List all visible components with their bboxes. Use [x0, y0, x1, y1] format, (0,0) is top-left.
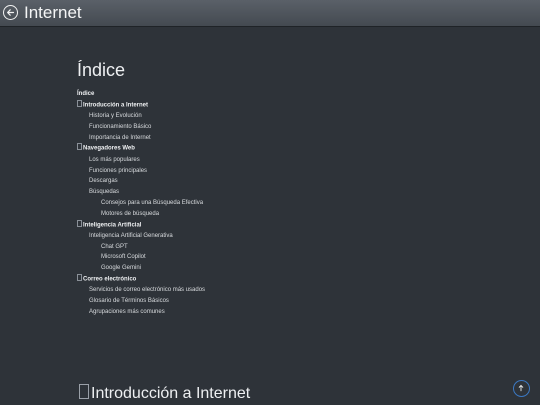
- toc-link[interactable]: Inteligencia Artificial: [77, 219, 205, 231]
- toc-link-label: Historia y Evolución: [89, 113, 142, 120]
- toc-link-label: Inteligencia Artificial: [83, 222, 142, 229]
- toc-link-label: Introducción a Internet: [83, 102, 149, 109]
- toc-link[interactable]: Google Gemini: [77, 263, 205, 274]
- section-heading-text: Introducción a Internet: [91, 385, 251, 402]
- toc-link-label: Los más populares: [89, 156, 140, 163]
- toc-link[interactable]: Microsoft Copilot: [77, 252, 205, 263]
- toc-link-label: Google Gemini: [101, 265, 142, 272]
- toc-link[interactable]: Los más populares: [77, 155, 205, 166]
- app-title: Internet: [24, 3, 82, 22]
- toc-link[interactable]: Correo electrónico: [77, 274, 205, 285]
- toc-link-label: Motores de búsqueda: [101, 210, 160, 217]
- toc-link[interactable]: Importancia de Internet: [77, 133, 205, 144]
- toc-link[interactable]: Servicios de correo electrónico más usad…: [77, 285, 205, 296]
- toc-link-label: Chat GPT: [101, 243, 128, 250]
- missing-glyph-icon: [79, 384, 89, 399]
- toc-link[interactable]: Inteligencia Artificial Generativa: [77, 231, 205, 242]
- toc-link[interactable]: Índice: [77, 89, 205, 100]
- section-heading: Introducción a Internet: [79, 384, 250, 404]
- scroll-to-top-button[interactable]: [513, 380, 530, 397]
- toc-link[interactable]: Funcionamiento Básico: [77, 122, 205, 133]
- toc-link[interactable]: Historia y Evolución: [77, 111, 205, 122]
- top-bar: Internet: [0, 0, 540, 27]
- toc-link[interactable]: Consejos para una Búsqueda Efectiva: [77, 198, 205, 209]
- toc-link-label: Búsquedas: [89, 189, 120, 196]
- toc-link-label: Consejos para una Búsqueda Efectiva: [101, 199, 204, 206]
- missing-glyph-icon: [77, 143, 82, 151]
- toc-link-label: Agrupaciones más comunes: [89, 308, 165, 315]
- index-title: Índice: [77, 60, 126, 80]
- toc-link-label: Servicios de correo electrónico más usad…: [89, 287, 206, 294]
- toc-link-label: Descargas: [89, 178, 118, 185]
- toc-link-label: Importancia de Internet: [89, 134, 151, 141]
- missing-glyph-icon: [77, 99, 82, 107]
- toc-link[interactable]: Motores de búsqueda: [77, 209, 205, 220]
- missing-glyph-icon: [77, 274, 82, 282]
- missing-glyph-icon: [77, 219, 82, 227]
- toc-link-label: Microsoft Copilot: [101, 254, 146, 261]
- arrow-up-icon: [518, 384, 524, 392]
- toc-link-label: Funcionamiento Básico: [89, 123, 152, 130]
- table-of-contents: Índice Introducción a Internet Historia y …: [77, 89, 205, 318]
- toc-link-label: Inteligencia Artificial Generativa: [89, 232, 173, 239]
- toc-link[interactable]: Glosario de Términos Básicos: [77, 296, 205, 307]
- toc-link[interactable]: Navegadores Web: [77, 143, 205, 154]
- toc-link-label: Índice: [77, 91, 95, 97]
- toc-link[interactable]: Chat GPT: [77, 242, 205, 253]
- toc-link-label: Navegadores Web: [83, 145, 135, 152]
- toc-link[interactable]: Descargas: [77, 176, 205, 187]
- toc-link-label: Funciones principales: [89, 167, 148, 174]
- toc-link[interactable]: Introducción a Internet: [77, 99, 205, 111]
- toc-link[interactable]: Agrupaciones más comunes: [77, 307, 205, 318]
- toc-link-label: Correo electrónico: [83, 276, 137, 283]
- toc-link[interactable]: Funciones principales: [77, 166, 205, 177]
- back-arrow-icon[interactable]: [3, 5, 18, 20]
- toc-link-label: Glosario de Términos Básicos: [89, 298, 169, 305]
- toc-link[interactable]: Búsquedas: [77, 187, 205, 198]
